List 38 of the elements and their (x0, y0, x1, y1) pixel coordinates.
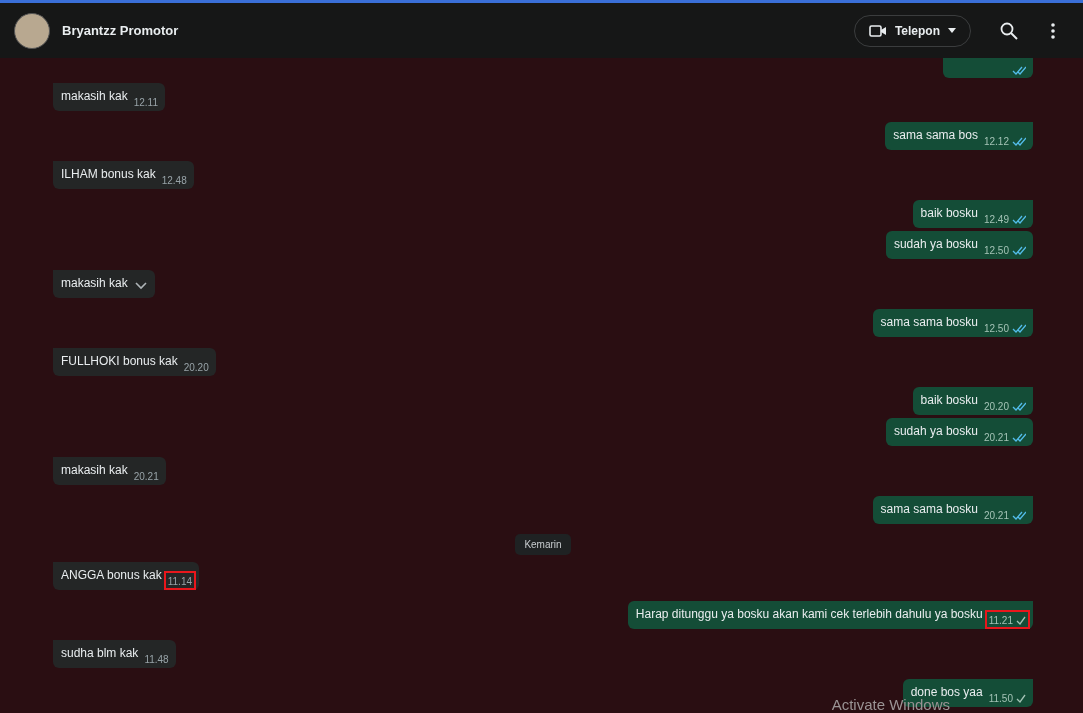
message-time: 11.14 (163, 571, 196, 590)
message-text: makasih kak (61, 275, 128, 292)
message-text: Harap ditunggu ya bosku akan kami cek terlebih dahulu ya bosku (635, 606, 983, 623)
message-text: FULLHOKI bonus kak (61, 353, 178, 370)
message-time: 12.48 (160, 174, 188, 188)
message-text: makasih kak (61, 88, 128, 105)
video-camera-icon (868, 24, 887, 37)
call-button[interactable]: Telepon (853, 14, 971, 47)
contact-avatar[interactable] (14, 12, 50, 49)
message-time: 20.21 (979, 427, 1030, 446)
message-time: 12.12 (979, 131, 1030, 150)
message-text: baik bosku (920, 392, 978, 409)
message-time: 20.20 (182, 361, 210, 375)
message-time: 20.20 (979, 396, 1030, 415)
message-text: sudah ya bosku (893, 236, 978, 253)
message-text: sama sama bosku (880, 501, 978, 518)
message-text: sama sama bos (893, 127, 978, 144)
message-text: done bos yaa (910, 684, 983, 699)
message-text: sudah ya bosku (893, 423, 978, 440)
chevron-down-icon[interactable] (133, 281, 148, 290)
message-time: 11.50 (984, 688, 1030, 707)
message-time: 12.50 (979, 240, 1030, 259)
message-time: 12.11 (132, 96, 159, 110)
message-time: 12.50 (979, 318, 1030, 337)
message-time: 12.49 (979, 209, 1030, 228)
caret-icon (948, 28, 956, 33)
message-time: 11.21 (984, 610, 1030, 629)
message-text: makasih kak (61, 462, 128, 479)
message-text: ANGGA bonus kak (61, 567, 162, 584)
contact-name[interactable]: Bryantzz Promotor (62, 23, 842, 38)
message-text: sudha blm kak (61, 645, 139, 662)
message-text: ILHAM bonus kak (61, 166, 156, 183)
activation-watermark: Activate Windows (831, 696, 950, 713)
message-text: baik bosku (920, 205, 978, 222)
message-text: sama sama bosku (880, 314, 978, 331)
message-time: 20.21 (979, 505, 1030, 524)
message-time: 11.48 (143, 653, 170, 667)
message-time: 20.21 (132, 470, 160, 484)
